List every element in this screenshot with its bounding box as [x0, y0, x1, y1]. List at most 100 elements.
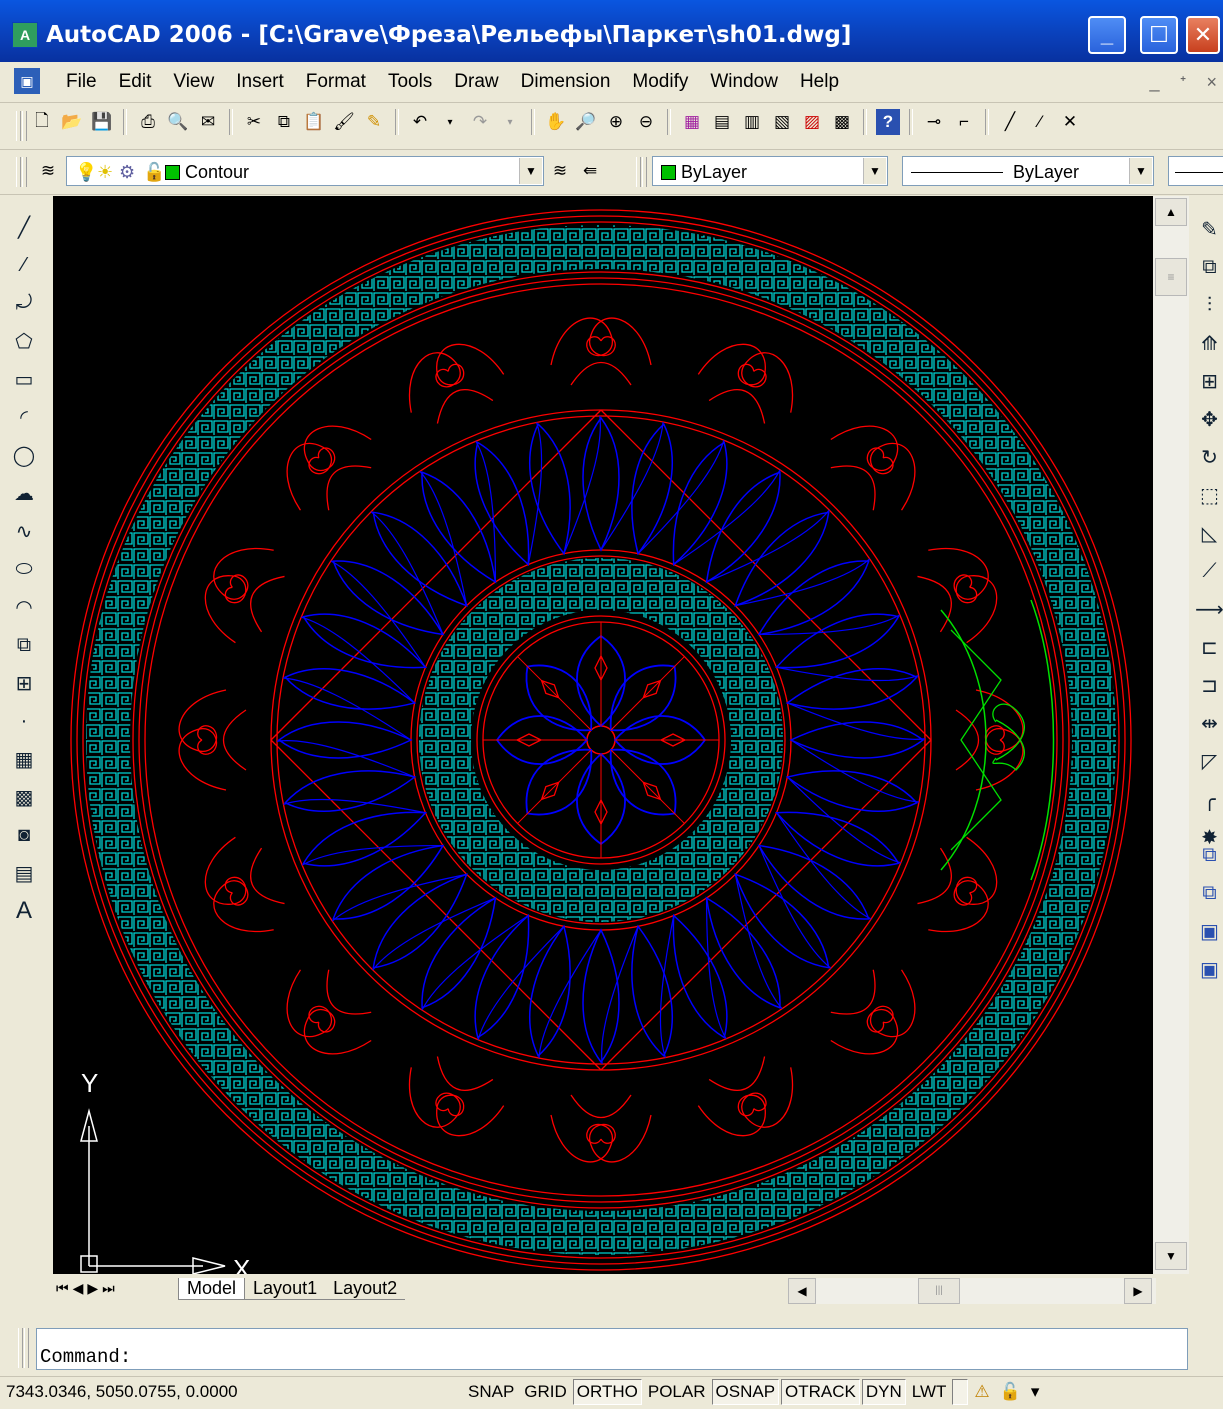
layer-combo[interactable]: 💡 ☀ ⚙ 🔓 Contour ▼ [66, 156, 544, 186]
toolbar-grip[interactable] [636, 157, 641, 187]
linetype-dropdown-icon[interactable]: ▼ [1129, 158, 1152, 184]
snap-button[interactable]: SNAP [464, 1379, 518, 1405]
next-tab-icon[interactable]: ▶ [87, 1280, 98, 1297]
scale-icon[interactable]: ⬚ [1198, 480, 1222, 510]
save-icon[interactable]: 💾 [90, 109, 114, 135]
layer-dropdown-icon[interactable]: ▼ [519, 158, 542, 184]
zoom-previous-icon[interactable]: ⊖ [634, 109, 658, 135]
menu-view[interactable]: View [163, 71, 226, 93]
calculator-icon[interactable]: ▩ [830, 109, 854, 135]
multiline-text-icon[interactable]: A [12, 896, 36, 926]
redo-icon[interactable]: ↷ [468, 109, 492, 135]
layer-on-icon[interactable]: 💡 [75, 157, 97, 187]
make-block-icon[interactable]: ⊞ [12, 668, 36, 698]
menu-dimension[interactable]: Dimension [511, 71, 623, 93]
layer-lock-icon[interactable]: 🔓 [143, 157, 165, 187]
construction-line-icon[interactable]: ⁄ [12, 250, 36, 280]
break-at-point-icon[interactable]: ⊏ [1198, 632, 1222, 662]
drawing-area[interactable]: Y X [53, 196, 1153, 1274]
revision-cloud-icon[interactable]: ☁ [12, 478, 36, 508]
toolbar-lock-icon[interactable]: 🔓 [996, 1379, 1025, 1405]
rectangle-icon[interactable]: ▭ [12, 364, 36, 394]
undo-icon[interactable]: ↶ [408, 109, 432, 135]
scroll-down-icon[interactable]: ▼ [1155, 1242, 1187, 1270]
polar-button[interactable]: POLAR [644, 1379, 710, 1405]
coordinates-display[interactable]: 7343.0346, 5050.0755, 0.0000 [6, 1382, 238, 1402]
first-tab-icon[interactable]: ⏮ [56, 1280, 69, 1297]
open-icon[interactable]: 📂 [60, 109, 84, 135]
sheet-set-icon[interactable]: ▧ [770, 109, 794, 135]
otrack-button[interactable]: OTRACK [781, 1379, 860, 1405]
document-minimize-button[interactable]: _ [1149, 72, 1159, 93]
xline-icon[interactable]: ✕ [1058, 109, 1082, 135]
hatch-icon[interactable]: ▦ [12, 744, 36, 774]
polyline-icon[interactable]: ⤾ [12, 288, 36, 318]
block-editor-icon[interactable]: ✎ [362, 109, 386, 135]
command-line[interactable] [36, 1328, 1188, 1370]
copy-icon[interactable]: ⧉ [272, 109, 296, 135]
pan-realtime-icon[interactable]: ✋ [544, 109, 568, 135]
grid-button[interactable]: GRID [520, 1379, 571, 1405]
make-current-layer-icon[interactable]: ≋ [548, 158, 572, 184]
erase-icon[interactable]: ✎ [1198, 214, 1222, 244]
selected-ornament-green[interactable] [940, 599, 1055, 881]
scroll-up-icon[interactable]: ▲ [1155, 198, 1187, 226]
vertical-scroll-thumb[interactable]: ≡ [1155, 258, 1187, 296]
command-window-grip[interactable] [18, 1328, 23, 1368]
layer-freeze-icon[interactable]: ☀ [97, 157, 113, 187]
copy-object-icon[interactable]: ⧉ [1198, 252, 1222, 282]
toolbar-grip[interactable] [22, 111, 27, 141]
menu-modify[interactable]: Modify [622, 71, 700, 93]
lwt-button[interactable]: LWT [908, 1379, 951, 1405]
cut-icon[interactable]: ✂ [242, 109, 266, 135]
publish-icon[interactable]: ✉ [196, 109, 220, 135]
spline-icon[interactable]: ∿ [12, 516, 36, 546]
communication-center-icon[interactable]: ⚠ [970, 1379, 993, 1405]
undo-dropdown-icon[interactable]: ▾ [438, 109, 462, 135]
color-combo[interactable]: ByLayer ▼ [652, 156, 888, 186]
ortho-button[interactable]: ORTHO [572, 1379, 642, 1405]
close-button[interactable]: ✕ [1186, 16, 1220, 54]
command-window-grip[interactable] [24, 1328, 29, 1368]
table-icon[interactable]: ▤ [12, 858, 36, 888]
redo-dropdown-icon[interactable]: ▾ [498, 109, 522, 135]
ordinate-icon[interactable]: ⌐ [952, 109, 976, 135]
line-icon[interactable]: ╱ [12, 212, 36, 242]
menu-help[interactable]: Help [790, 71, 851, 93]
circle-icon[interactable]: ◯ [12, 440, 36, 470]
layer-previous-icon[interactable]: ⇚ [578, 158, 602, 184]
stretch-icon[interactable]: ◺ [1198, 518, 1222, 548]
lineweight-combo[interactable] [1168, 156, 1223, 186]
dyn-button[interactable]: DYN [861, 1379, 906, 1405]
last-tab-icon[interactable]: ⏭ [102, 1280, 115, 1297]
menu-format[interactable]: Format [296, 71, 378, 93]
layer-manager-icon[interactable]: ≋ [36, 158, 60, 184]
tool-palettes-icon[interactable]: ▥ [740, 109, 764, 135]
layer-freeze-viewport-icon[interactable]: ⚙ [119, 157, 135, 187]
toolbar-grip[interactable] [22, 157, 27, 187]
document-close-button[interactable]: × [1206, 72, 1217, 93]
new-icon[interactable]: 🗋 [30, 109, 54, 135]
arc-icon[interactable]: ◜ [12, 402, 36, 432]
extend-icon[interactable]: ⟶ [1195, 594, 1223, 624]
chamfer-icon[interactable]: ◸ [1198, 746, 1222, 776]
join-icon[interactable]: ⇹ [1198, 708, 1222, 738]
previous-tab-icon[interactable]: ◀ [73, 1280, 84, 1297]
properties-icon[interactable]: ▦ [680, 109, 704, 135]
toolbar-grip[interactable] [642, 157, 647, 187]
plot-preview-icon[interactable]: 🔍 [166, 109, 190, 135]
plot-icon[interactable]: ⎙ [136, 109, 160, 135]
ellipse-arc-icon[interactable]: ◠ [12, 592, 36, 622]
rotate-icon[interactable]: ↻ [1198, 442, 1222, 472]
minimize-button[interactable]: _ [1088, 16, 1126, 54]
insert-block-icon[interactable]: ⧉ [12, 630, 36, 660]
horizontal-scrollbar[interactable]: ◀ ||| ▶ [788, 1278, 1156, 1304]
bring-above-icon[interactable]: ▣ [1198, 916, 1222, 946]
document-restore-button[interactable]: ᐩ [1179, 72, 1186, 93]
menu-window[interactable]: Window [700, 71, 790, 93]
trim-icon[interactable]: ⟋ [1198, 556, 1222, 586]
document-icon[interactable]: ▣ [14, 68, 40, 94]
status-menu-icon[interactable]: ▾ [1027, 1379, 1044, 1405]
parquet-rosette-drawing[interactable]: Y X [53, 196, 1153, 1274]
move-icon[interactable]: ✥ [1198, 404, 1222, 434]
